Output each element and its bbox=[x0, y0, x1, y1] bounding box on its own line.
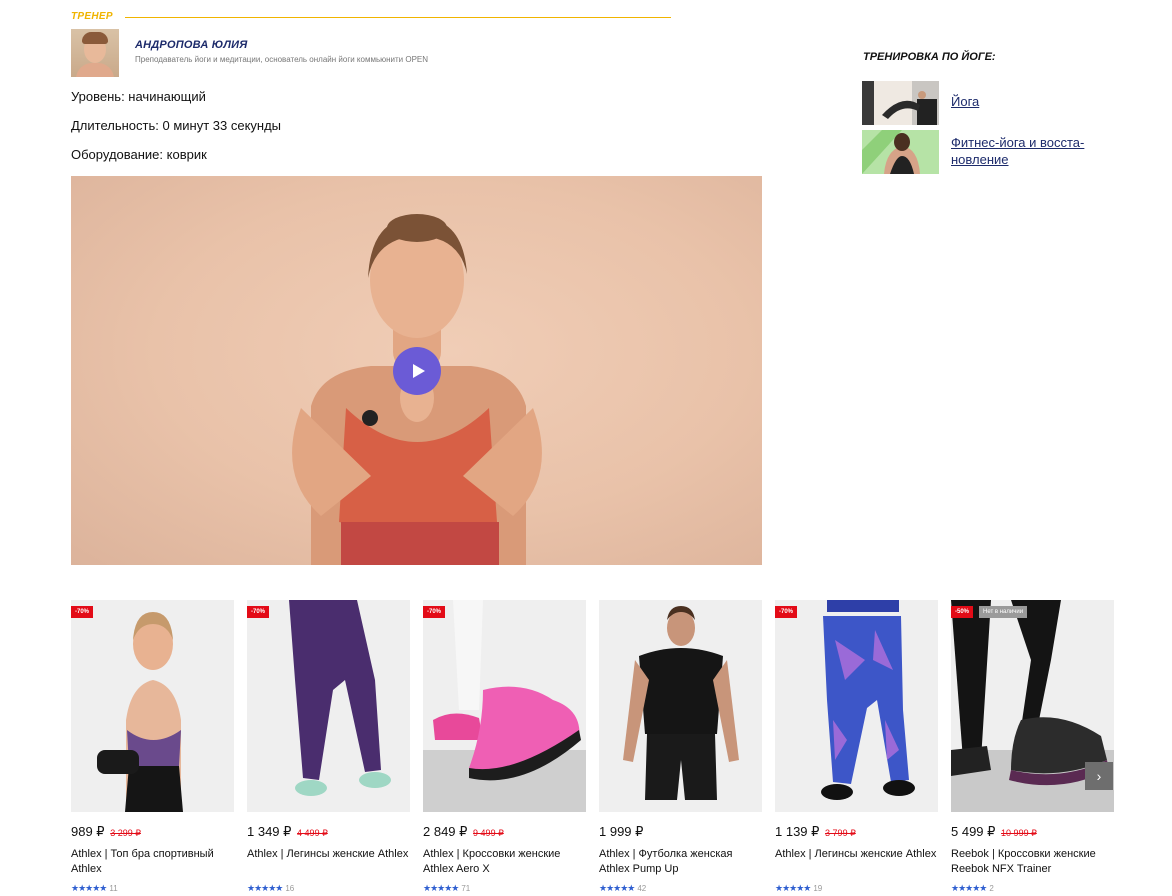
product-rating: ★★★★★ 71 bbox=[423, 883, 471, 893]
product-name[interactable]: Reebok | Кроссовки женские Reebok NFX Tr… bbox=[951, 847, 1116, 877]
trainer-name: АНДРОПОВА ЮЛИЯ bbox=[135, 39, 248, 51]
product-price: 1 349 ₽ 4 499 ₽ bbox=[247, 824, 328, 839]
product-rating: ★★★★★ 2 bbox=[951, 883, 994, 893]
section-divider bbox=[125, 17, 671, 18]
sidebar-title: ТРЕНИРОВКА ПО ЙОГЕ: bbox=[863, 51, 996, 63]
product-rating: ★★★★★ 19 bbox=[775, 883, 823, 893]
sidebar-link-fitness-yoga[interactable]: Фитнес-йога и восста- новление bbox=[951, 134, 1111, 168]
product-card[interactable]: -70% 989 ₽ 3 299 ₽ Athlex | Топ бра спор… bbox=[71, 600, 234, 896]
discount-badge: -70% bbox=[71, 606, 94, 618]
yoga-thumbnail[interactable] bbox=[862, 81, 939, 125]
product-image[interactable] bbox=[423, 600, 586, 812]
workout-duration: Длительность: 0 минут 33 секунды bbox=[71, 118, 282, 133]
product-card[interactable]: -70% 1 349 ₽ 4 499 ₽ Athlex | Легинсы же… bbox=[247, 600, 410, 896]
product-price: 5 499 ₽ 10 999 ₽ bbox=[951, 824, 1037, 839]
sidebar-item-fitness-yoga[interactable]: Фитнес-йога и восста- новление bbox=[862, 130, 1122, 174]
discount-badge: -50% bbox=[951, 606, 974, 618]
product-price: 2 849 ₽ 9 499 ₽ bbox=[423, 824, 504, 839]
carousel-next-button[interactable]: › bbox=[1085, 762, 1113, 790]
product-price: 989 ₽ 3 299 ₽ bbox=[71, 824, 141, 839]
product-rating: ★★★★★ 11 bbox=[71, 883, 118, 893]
product-rating: ★★★★★ 16 bbox=[247, 883, 295, 893]
product-card[interactable]: -70% 2 849 ₽ 9 499 ₽ Athlex | Кроссовки … bbox=[423, 600, 586, 896]
product-price: 1 999 ₽ bbox=[599, 824, 644, 839]
product-name[interactable]: Athlex | Футболка женская Athlex Pump Up bbox=[599, 847, 764, 877]
product-name[interactable]: Athlex | Легинсы женские Athlex bbox=[247, 847, 412, 862]
trainer-section-header: ТРЕНЕР bbox=[71, 10, 671, 24]
product-price: 1 139 ₽ 3 799 ₽ bbox=[775, 824, 856, 839]
trainer-section-label: ТРЕНЕР bbox=[71, 11, 113, 22]
discount-badge: -70% bbox=[423, 606, 446, 618]
trainer-card: АНДРОПОВА ЮЛИЯ Преподаватель йоги и меди… bbox=[71, 29, 631, 77]
product-image[interactable] bbox=[71, 600, 234, 812]
product-rating: ★★★★★ 42 bbox=[599, 883, 647, 893]
product-image[interactable] bbox=[599, 600, 762, 812]
product-card[interactable]: 1 999 ₽ Athlex | Футболка женская Athlex… bbox=[599, 600, 762, 896]
product-card[interactable]: -70% 1 139 ₽ 3 799 ₽ Athlex | Легинсы же… bbox=[775, 600, 938, 896]
discount-badge: -70% bbox=[775, 606, 798, 618]
product-card[interactable]: -50% Нет в наличии 5 499 ₽ 10 999 ₽ Reeb… bbox=[951, 600, 1114, 896]
chevron-right-icon: › bbox=[1096, 768, 1102, 784]
product-name[interactable]: Athlex | Кроссовки женские Athlex Aero X bbox=[423, 847, 588, 877]
product-carousel: -70% 989 ₽ 3 299 ₽ Athlex | Топ бра спор… bbox=[71, 600, 1114, 896]
video-player[interactable] bbox=[71, 176, 762, 565]
sidebar-item-yoga[interactable]: Йога bbox=[862, 81, 1122, 125]
trainer-description: Преподаватель йоги и медитации, основате… bbox=[135, 55, 429, 64]
product-image[interactable] bbox=[247, 600, 410, 812]
product-name[interactable]: Athlex | Топ бра спортивный Athlex bbox=[71, 847, 236, 877]
play-icon bbox=[413, 364, 425, 378]
product-name[interactable]: Athlex | Легинсы женские Athlex bbox=[775, 847, 940, 862]
workout-level: Уровень: начинающий bbox=[71, 89, 206, 104]
sidebar-link-yoga[interactable]: Йога bbox=[951, 93, 1111, 110]
discount-badge: -70% bbox=[247, 606, 270, 618]
play-button[interactable] bbox=[393, 347, 441, 395]
product-image[interactable] bbox=[775, 600, 938, 812]
fitness-yoga-thumbnail[interactable] bbox=[862, 130, 939, 174]
trainer-avatar bbox=[71, 29, 119, 77]
availability-badge: Нет в наличии bbox=[979, 606, 1028, 618]
workout-equipment: Оборудование: коврик bbox=[71, 147, 207, 162]
